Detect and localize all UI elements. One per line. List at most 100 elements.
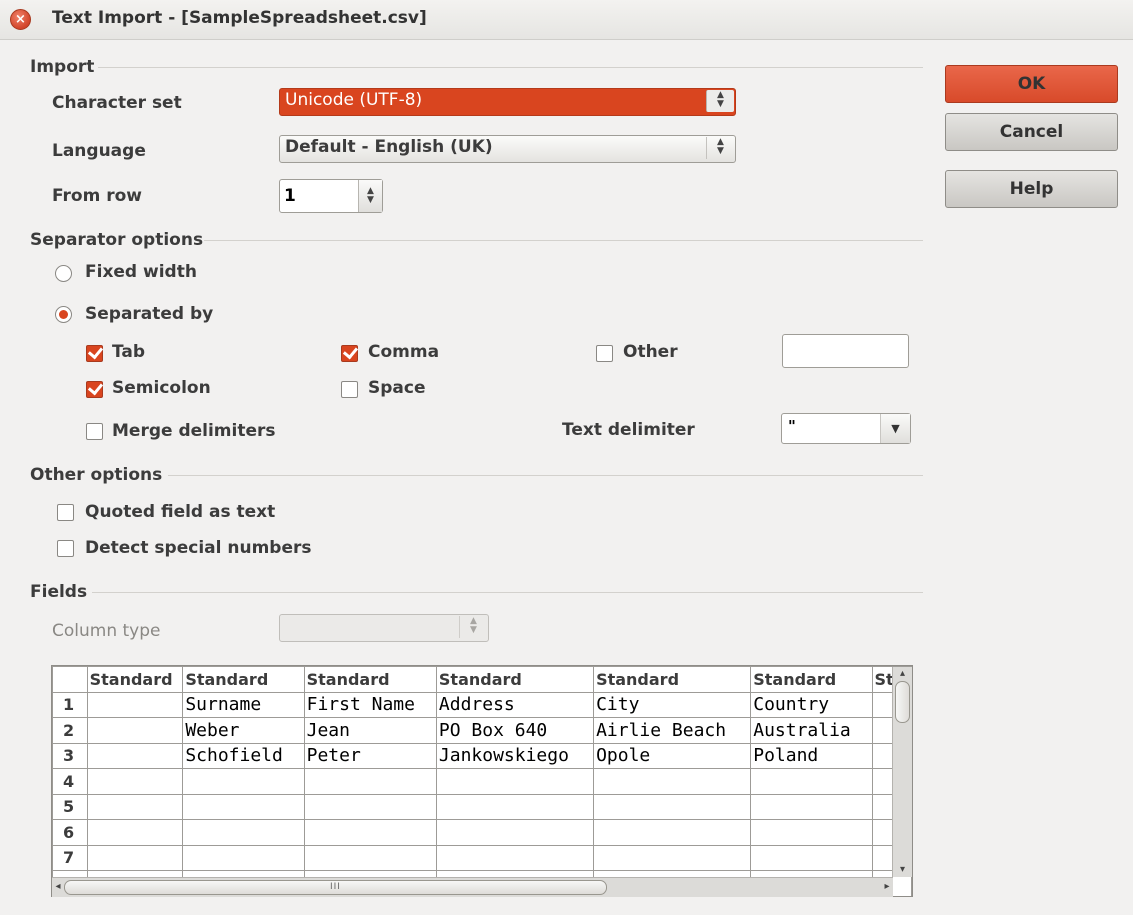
table-row: 5 [52, 793, 912, 820]
row-number: 6 [52, 819, 88, 846]
spin-arrows-icon: ▲ ▼ [717, 90, 724, 109]
grid-cell [750, 793, 873, 820]
tab-label[interactable]: Tab [112, 342, 145, 362]
grid-cell [86, 819, 184, 846]
other-input[interactable] [782, 334, 909, 368]
grid-cell: City [593, 691, 752, 718]
other-label[interactable]: Other [623, 342, 678, 362]
comma-label[interactable]: Comma [368, 342, 439, 362]
spin-arrows-icon: ▲ ▼ [717, 137, 724, 156]
vertical-scroll-thumb[interactable] [895, 681, 910, 723]
scroll-left-icon[interactable]: ◂ [52, 878, 64, 896]
grid-cell [86, 691, 184, 718]
tab-checkbox[interactable] [86, 345, 103, 362]
column-header[interactable]: Standard [750, 666, 873, 693]
grid-cell [750, 844, 873, 871]
chevron-down-icon[interactable]: ▼ [880, 414, 910, 443]
horizontal-scroll-thumb[interactable]: III [64, 880, 607, 895]
title-bar: × Text Import - [SampleSpreadsheet.csv] [0, 0, 1133, 40]
scroll-down-icon[interactable]: ▾ [893, 863, 912, 877]
detect-numbers-label[interactable]: Detect special numbers [85, 538, 311, 558]
text-delimiter-select[interactable]: " ▼ [781, 413, 911, 444]
vertical-scrollbar[interactable]: ▴ ▾ [892, 667, 912, 877]
grid-cell: Airlie Beach [593, 717, 752, 744]
column-type-select[interactable]: ▲ ▼ [279, 614, 489, 642]
separated-by-radio[interactable] [55, 306, 72, 323]
grid-cell [750, 819, 873, 846]
column-header[interactable]: Standard [303, 666, 437, 693]
scroll-right-icon[interactable]: ▸ [881, 878, 893, 896]
grid-cell [303, 793, 437, 820]
text-delimiter-value: " [788, 417, 796, 435]
language-select[interactable]: Default - English (UK) ▲ ▼ [279, 135, 736, 163]
dialog-body: Import Character set Unicode (UTF-8) ▲ ▼ … [0, 40, 1133, 915]
other-checkbox[interactable] [596, 345, 613, 362]
table-row: 6 [52, 819, 912, 846]
column-header[interactable]: Standard [435, 666, 595, 693]
import-divider [98, 67, 923, 68]
column-header[interactable]: Standard [86, 666, 184, 693]
window-title: Text Import - [SampleSpreadsheet.csv] [52, 8, 427, 28]
column-header[interactable]: Standard [182, 666, 305, 693]
fields-section-title: Fields [30, 582, 88, 602]
row-number: 4 [52, 768, 88, 795]
horizontal-scrollbar[interactable]: ◂ III ▸ [52, 877, 893, 897]
grid-cell [435, 768, 595, 795]
grid-cell [86, 717, 184, 744]
fromrow-spin-icon[interactable]: ▲ ▼ [358, 180, 382, 212]
other-options-section-title: Other options [30, 465, 163, 485]
language-spin-icon[interactable]: ▲ ▼ [706, 137, 734, 159]
language-label: Language [52, 141, 146, 161]
fixed-width-radio[interactable] [55, 265, 72, 282]
close-icon[interactable]: × [10, 9, 31, 30]
semicolon-checkbox[interactable] [86, 381, 103, 398]
spin-arrows-icon: ▲ ▼ [470, 616, 477, 635]
row-number: 1 [52, 691, 88, 718]
detect-numbers-checkbox[interactable] [57, 540, 74, 557]
help-button[interactable]: Help [945, 170, 1118, 208]
row-number: 5 [52, 793, 88, 820]
charset-select[interactable]: Unicode (UTF-8) ▲ ▼ [279, 88, 736, 116]
space-checkbox[interactable] [341, 381, 358, 398]
grid-cell: Jean [303, 717, 437, 744]
table-row: 7 [52, 844, 912, 871]
merge-delimiters-checkbox[interactable] [86, 423, 103, 440]
grid-cell [86, 768, 184, 795]
fromrow-value: 1 [284, 186, 296, 206]
space-label[interactable]: Space [368, 378, 426, 398]
column-header[interactable]: Standard [593, 666, 752, 693]
import-section-title: Import [30, 57, 95, 77]
grid-cell [435, 793, 595, 820]
column-type-spin-icon: ▲ ▼ [459, 616, 487, 638]
grid-cell [435, 844, 595, 871]
separator-divider [204, 240, 923, 241]
column-type-label: Column type [52, 621, 161, 641]
grip-icon: III [330, 882, 341, 892]
merge-delimiters-label[interactable]: Merge delimiters [112, 421, 276, 441]
table-row: 4 [52, 768, 912, 795]
cancel-button[interactable]: Cancel [945, 113, 1118, 151]
quoted-field-checkbox[interactable] [57, 504, 74, 521]
fromrow-spinfield[interactable]: 1 ▲ ▼ [279, 179, 383, 213]
row-number: 7 [52, 844, 88, 871]
grid-cell [750, 768, 873, 795]
charset-spin-icon[interactable]: ▲ ▼ [706, 90, 734, 112]
grid-cell [182, 819, 305, 846]
grid-cell: Peter [303, 742, 437, 769]
row-number: 2 [52, 717, 88, 744]
grid-cell: Address [435, 691, 595, 718]
comma-checkbox[interactable] [341, 345, 358, 362]
preview-grid[interactable]: Standard Standard Standard Standard Stan… [51, 665, 913, 897]
grid-cell [86, 742, 184, 769]
scroll-up-icon[interactable]: ▴ [893, 667, 912, 681]
preview-table: Standard Standard Standard Standard Stan… [52, 666, 912, 896]
grid-cell [303, 819, 437, 846]
ok-button[interactable]: OK [945, 65, 1118, 103]
grid-cell: PO Box 640 [435, 717, 595, 744]
grid-cell [435, 819, 595, 846]
separated-by-label[interactable]: Separated by [85, 304, 213, 324]
fields-divider [92, 592, 923, 593]
fixed-width-label[interactable]: Fixed width [85, 262, 197, 282]
quoted-field-label[interactable]: Quoted field as text [85, 502, 275, 522]
semicolon-label[interactable]: Semicolon [112, 378, 211, 398]
